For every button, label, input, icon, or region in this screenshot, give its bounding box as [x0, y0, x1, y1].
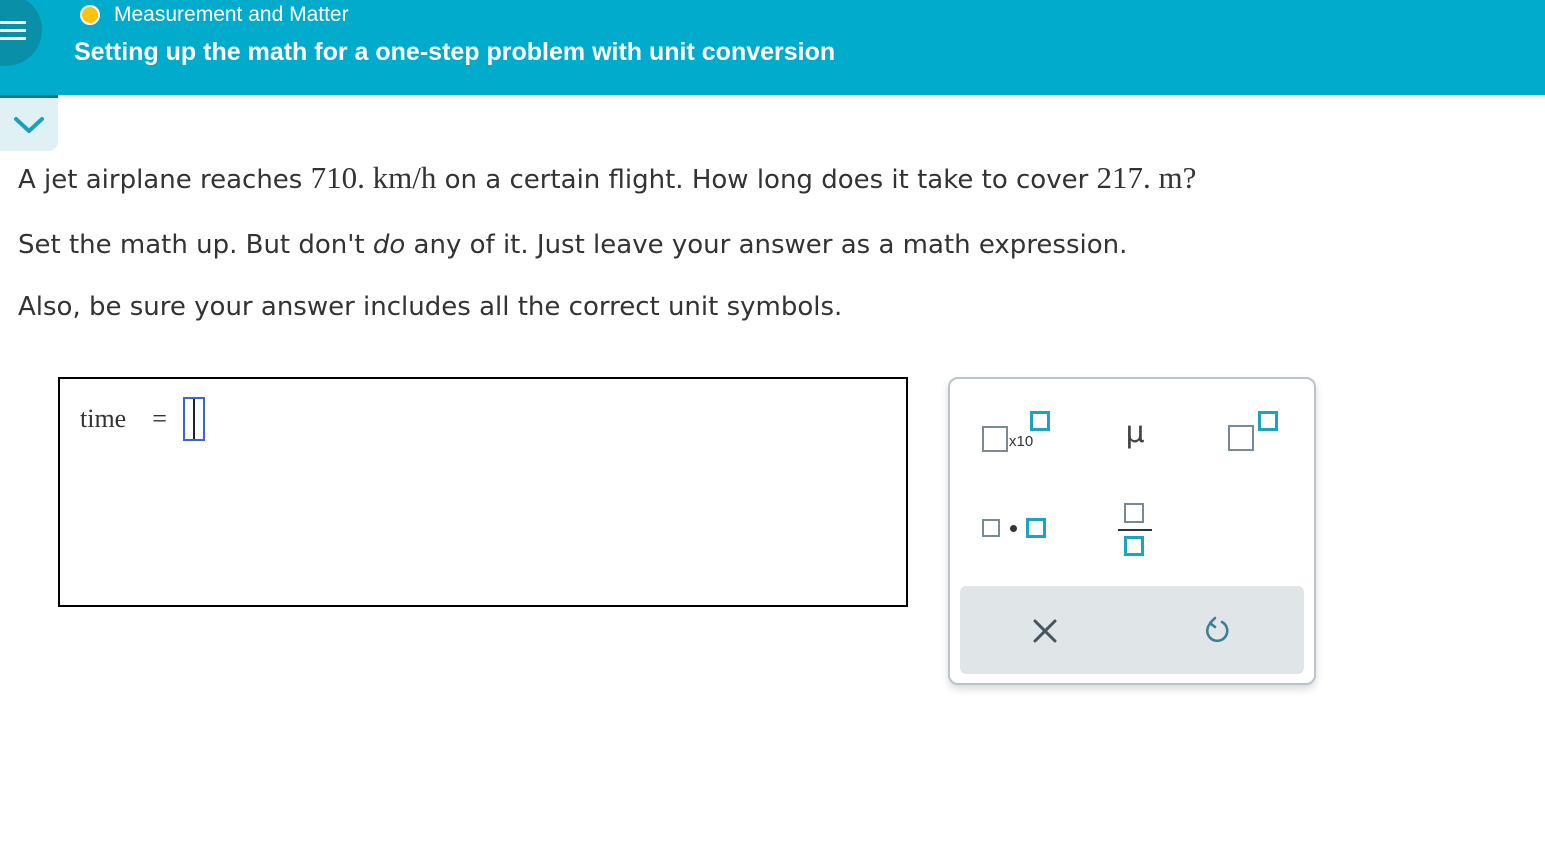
math-keypad: x10 µ	[948, 377, 1316, 685]
question-mark: ?	[1182, 160, 1197, 195]
menu-button[interactable]	[0, 0, 42, 66]
undo-icon	[1206, 616, 1229, 643]
answer-variable-label: time	[80, 404, 127, 433]
topic-label: Measurement and Matter	[114, 3, 349, 26]
question-line-1: A jet airplane reaches 710. km/h on a ce…	[18, 160, 1196, 196]
exponent-box-icon	[1030, 411, 1050, 431]
collapse-toggle-button[interactable]	[0, 95, 58, 151]
question-text-b: on a certain flight. How long does it ta…	[436, 165, 1097, 195]
mu-symbol-icon: µ	[1125, 414, 1145, 450]
question-line-2: Set the math up. But don't do any of it.…	[18, 230, 1127, 260]
text-caret	[192, 399, 195, 439]
base-box-icon	[1228, 425, 1254, 451]
scientific-notation-key[interactable]: x10	[978, 409, 1058, 455]
distance-value: 217.	[1096, 160, 1151, 195]
answer-input-slot[interactable]	[182, 397, 205, 441]
denominator-box-icon	[1124, 536, 1144, 556]
lesson-title: Setting up the math for a one-step probl…	[74, 38, 836, 66]
question-line-3: Also, be sure your answer includes all t…	[18, 292, 843, 322]
mantissa-box-icon	[982, 426, 1008, 452]
topic-row: Measurement and Matter	[80, 3, 349, 27]
dot-operator-icon	[1010, 525, 1017, 532]
hamburger-menu-icon	[0, 16, 26, 45]
instruction-emphasis: do	[372, 230, 406, 260]
fraction-bar-icon	[1118, 529, 1152, 531]
undo-button[interactable]	[1192, 606, 1242, 656]
chevron-down-icon	[14, 116, 44, 133]
fraction-key[interactable]	[1118, 501, 1152, 561]
keypad-action-bar	[960, 586, 1304, 674]
right-factor-box-icon	[1026, 518, 1046, 538]
instruction-text-a: Set the math up. But don't	[18, 230, 373, 260]
left-factor-box-icon	[982, 519, 1000, 537]
answer-input-area[interactable]: time =	[58, 377, 908, 607]
close-icon	[1033, 619, 1057, 643]
multiply-dot-key[interactable]	[980, 515, 1050, 545]
equals-sign: =	[152, 404, 167, 433]
superscript-key[interactable]	[1224, 409, 1284, 455]
superscript-box-icon	[1258, 411, 1278, 431]
answer-expression: time =	[80, 397, 205, 441]
instruction-text-b: any of it. Just leave your answer as a m…	[405, 230, 1128, 260]
speed-value: 710.	[310, 160, 365, 195]
topic-status-dot-icon	[80, 5, 100, 25]
question-text-a: A jet airplane reaches	[18, 165, 311, 195]
clear-button[interactable]	[1020, 606, 1070, 656]
micro-prefix-key[interactable]: µ	[1110, 409, 1160, 455]
speed-unit: km/h	[372, 160, 437, 195]
distance-unit: m	[1158, 160, 1183, 195]
x10-label: x10	[1009, 433, 1034, 450]
numerator-box-icon	[1124, 503, 1144, 523]
top-header: Measurement and Matter Setting up the ma…	[0, 0, 1545, 95]
